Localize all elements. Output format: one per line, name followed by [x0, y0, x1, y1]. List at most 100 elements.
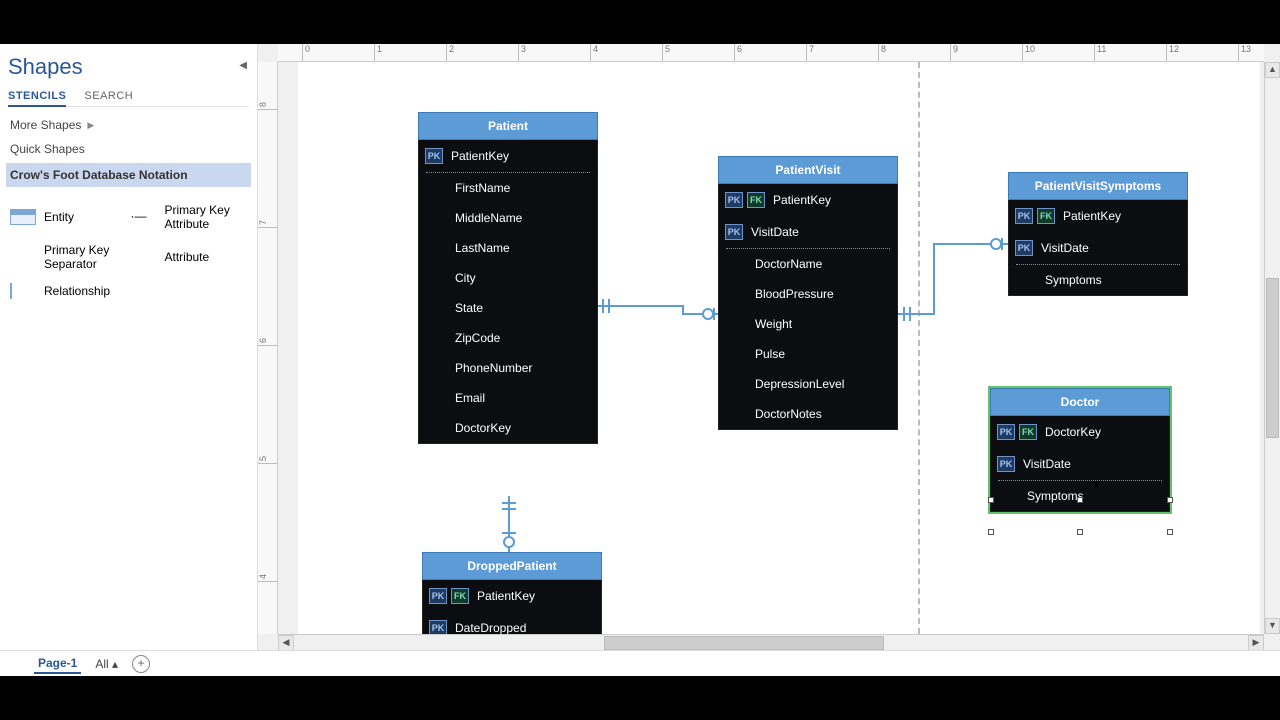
- more-shapes-label: More Shapes: [10, 118, 81, 132]
- attribute-name: City: [455, 271, 476, 285]
- attribute-name: LastName: [455, 241, 510, 255]
- attribute-row[interactable]: PKVisitDate: [718, 216, 898, 248]
- attribute-row[interactable]: LastName: [418, 233, 598, 263]
- attribute-row[interactable]: PK PatientKey: [418, 140, 598, 172]
- pk-badge: PK: [425, 148, 443, 164]
- attribute-name: Symptoms: [1027, 489, 1084, 503]
- attribute-row[interactable]: Email: [418, 383, 598, 413]
- attribute-name: PhoneNumber: [455, 361, 532, 375]
- pk-badge: PK: [429, 620, 447, 634]
- attribute-row[interactable]: PK VisitDate: [990, 448, 1170, 480]
- quick-shapes-link[interactable]: Quick Shapes: [8, 137, 249, 161]
- selection-handle[interactable]: [1077, 529, 1083, 535]
- attribute-row[interactable]: Symptoms: [1008, 265, 1188, 296]
- selection-handle[interactable]: [1167, 497, 1173, 503]
- attribute-row[interactable]: Weight: [718, 309, 898, 339]
- attribute-row[interactable]: DoctorName: [718, 249, 898, 279]
- canvas[interactable]: 012345678910111213 87654 PatientPKPatien…: [258, 44, 1280, 650]
- attribute-row[interactable]: State: [418, 293, 598, 323]
- attribute-name: BloodPressure: [755, 287, 834, 301]
- entity-patientvisit[interactable]: PatientVisitPKFKPatientKeyPKVisitDateDoc…: [718, 156, 898, 430]
- horizontal-scrollbar[interactable]: ◀ ▶: [278, 634, 1264, 650]
- page-tabs-bar: Page-1 All ▴ +: [0, 650, 1280, 676]
- page-tab-1[interactable]: Page-1: [34, 654, 81, 674]
- selection-handle[interactable]: [988, 497, 994, 503]
- attribute-name: PatientKey: [477, 589, 535, 603]
- attribute-row[interactable]: ZipCode: [418, 323, 598, 353]
- shape-pk-attribute[interactable]: ·—Primary Key Attribute: [129, 197, 250, 237]
- scroll-down-icon[interactable]: ▼: [1265, 618, 1280, 634]
- attribute-row[interactable]: PKFKPatientKey: [1008, 200, 1188, 232]
- shape-attribute[interactable]: Attribute: [129, 237, 250, 277]
- fk-badge: FK: [1037, 208, 1055, 224]
- attribute-row[interactable]: DoctorNotes: [718, 399, 898, 430]
- entity-header[interactable]: PatientVisitSymptoms: [1008, 172, 1188, 200]
- attribute-name: MiddleName: [455, 211, 522, 225]
- attribute-row[interactable]: FirstName: [418, 173, 598, 203]
- selection-handle[interactable]: [1077, 497, 1083, 503]
- tab-stencils[interactable]: STENCILS: [8, 88, 66, 107]
- selection-handle[interactable]: [1167, 529, 1173, 535]
- selection-handle[interactable]: [988, 529, 994, 535]
- stencil-section[interactable]: Crow's Foot Database Notation: [6, 163, 251, 187]
- collapse-panel-icon[interactable]: ◀: [239, 60, 247, 71]
- pk-badge: PK: [1015, 240, 1033, 256]
- attribute-row[interactable]: PhoneNumber: [418, 353, 598, 383]
- attribute-row[interactable]: BloodPressure: [718, 279, 898, 309]
- entity-header[interactable]: Patient: [418, 112, 598, 140]
- entity-doctor[interactable]: Doctor PKFK DoctorKey PK VisitDate Symptoms: [990, 388, 1170, 512]
- attribute-row[interactable]: DepressionLevel: [718, 369, 898, 399]
- attribute-icon: [131, 249, 157, 265]
- attribute-name: State: [455, 301, 483, 315]
- attribute-row[interactable]: PKFKPatientKey: [718, 184, 898, 216]
- page-break-line: [918, 62, 920, 634]
- attribute-name: DoctorName: [755, 257, 822, 271]
- relationship-icon: [10, 283, 36, 299]
- entity-header[interactable]: PatientVisit: [718, 156, 898, 184]
- vertical-ruler: 87654: [258, 62, 278, 634]
- entity-patient[interactable]: Patient PK PatientKey FirstName MiddleName La…: [418, 112, 598, 444]
- entity-droppedpatient[interactable]: DroppedPatientPKFKPatientKeyPKDateDroppe…: [422, 552, 602, 634]
- shape-pk-separator[interactable]: Primary Key Separator: [8, 237, 129, 277]
- entity-header[interactable]: DroppedPatient: [422, 552, 602, 580]
- vertical-scrollbar[interactable]: ▲ ▼: [1264, 62, 1280, 634]
- shapes-panel: Shapes ◀ STENCILS SEARCH More Shapes ▶ Q…: [0, 44, 258, 650]
- attribute-row[interactable]: PKVisitDate: [1008, 232, 1188, 264]
- attribute-name: FirstName: [455, 181, 510, 195]
- shape-relationship[interactable]: Relationship: [8, 277, 129, 305]
- attribute-name: VisitDate: [1023, 457, 1071, 471]
- scroll-thumb-h[interactable]: [604, 636, 884, 650]
- pk-attribute-icon: ·—: [131, 209, 157, 225]
- scroll-right-icon[interactable]: ▶: [1248, 635, 1264, 651]
- entity-icon: [10, 209, 36, 225]
- pk-badge: PK: [725, 192, 743, 208]
- attribute-name: DoctorKey: [1045, 425, 1101, 439]
- scroll-up-icon[interactable]: ▲: [1265, 62, 1280, 78]
- tab-search[interactable]: SEARCH: [84, 88, 133, 104]
- more-shapes-link[interactable]: More Shapes ▶: [8, 113, 249, 137]
- attribute-row[interactable]: City: [418, 263, 598, 293]
- attribute-row[interactable]: DoctorKey: [418, 413, 598, 444]
- attribute-row[interactable]: MiddleName: [418, 203, 598, 233]
- pk-badge: PK: [997, 456, 1015, 472]
- attribute-row[interactable]: Pulse: [718, 339, 898, 369]
- entity-header[interactable]: Doctor: [990, 388, 1170, 416]
- shape-entity[interactable]: Entity: [8, 197, 129, 237]
- attribute-row[interactable]: PKDateDropped: [422, 612, 602, 634]
- fk-badge: FK: [1019, 424, 1037, 440]
- attribute-name: VisitDate: [751, 225, 799, 239]
- pk-badge: PK: [429, 588, 447, 604]
- attribute-row[interactable]: PKFKDoctorKey: [990, 416, 1170, 448]
- drawing-page[interactable]: Patient PK PatientKey FirstName MiddleName La…: [298, 62, 1260, 634]
- all-pages-menu[interactable]: All ▴: [95, 657, 118, 671]
- attribute-name: DepressionLevel: [755, 377, 844, 391]
- attribute-name: PatientKey: [451, 149, 509, 163]
- chevron-right-icon: ▶: [87, 120, 94, 131]
- add-page-button[interactable]: +: [132, 655, 150, 673]
- scroll-left-icon[interactable]: ◀: [278, 635, 294, 651]
- fk-badge: FK: [747, 192, 765, 208]
- attribute-row[interactable]: PKFKPatientKey: [422, 580, 602, 612]
- entity-patientvisitsymptoms[interactable]: PatientVisitSymptoms PKFK PatientKey PKVisi…: [1008, 172, 1188, 296]
- attribute-name: PatientKey: [1063, 209, 1121, 223]
- scroll-thumb-v[interactable]: [1266, 278, 1279, 438]
